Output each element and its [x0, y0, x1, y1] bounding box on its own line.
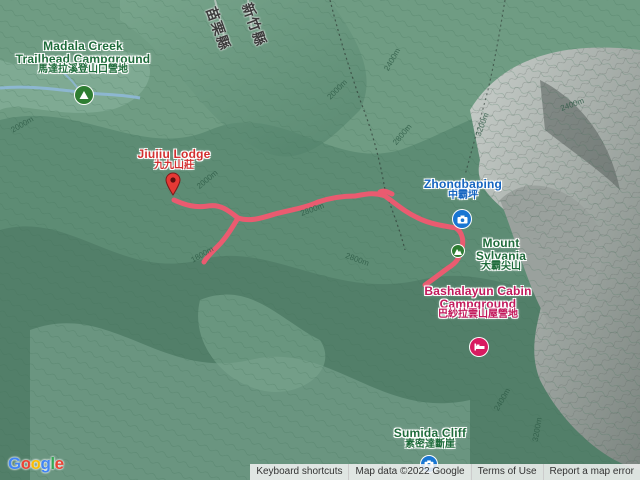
attribution-bar: Keyboard shortcuts Map data ©2022 Google…: [250, 464, 640, 480]
terms-of-use-link[interactable]: Terms of Use: [470, 464, 543, 480]
place-name-zh: 大霸尖山: [481, 261, 521, 273]
place-name-en: Zhongbaping: [423, 177, 503, 191]
map-canvas[interactable]: 苗栗縣 新竹縣 2000m 2000m 2000m 2400m 2400m 28…: [0, 0, 640, 480]
map-pin-icon[interactable]: [165, 172, 181, 196]
place-label-jiujiu[interactable]: Jiujiu Lodge 九九山莊: [128, 148, 220, 171]
keyboard-shortcuts-link[interactable]: Keyboard shortcuts: [250, 464, 348, 480]
place-label-sumida[interactable]: Sumida Cliff 素密達斷崖: [388, 427, 472, 450]
place-name-en: Bashalayun Cabin: [424, 284, 532, 298]
place-name-en: Sumida Cliff: [393, 426, 467, 440]
tent-icon[interactable]: [75, 86, 93, 104]
logo-letter: G: [8, 454, 21, 473]
place-label-zhongbaping[interactable]: Zhongbaping 中霸坪: [418, 178, 508, 201]
map-data-text: Map data ©2022 Google: [348, 464, 470, 480]
place-name-zh: 馬達拉溪登山口營地: [38, 64, 128, 76]
place-name-en: Mount: [482, 236, 520, 250]
place-label-sylvania[interactable]: Mount Sylvania 大霸尖山: [470, 237, 532, 273]
place-name-zh: 九九山莊: [154, 159, 194, 171]
google-logo[interactable]: Google: [8, 454, 64, 474]
logo-letter: o: [20, 454, 31, 473]
place-name-en: Jiujiu Lodge: [137, 147, 211, 161]
logo-letter: e: [54, 454, 64, 473]
place-label-madala[interactable]: Madala Creek Trailhead Campground 馬達拉溪登山…: [8, 40, 158, 76]
camera-icon[interactable]: [453, 210, 471, 228]
logo-letter: g: [40, 454, 51, 473]
place-name-en: Madala Creek: [43, 39, 123, 53]
mountain-icon[interactable]: [452, 245, 464, 257]
bed-icon[interactable]: [470, 338, 488, 356]
report-map-error-link[interactable]: Report a map error: [542, 464, 640, 480]
place-name-zh: 素密達斷崖: [405, 438, 455, 450]
place-name-zh: 巴紗拉雲山屋營地: [438, 309, 518, 321]
place-label-bashalayun[interactable]: Bashalayun Cabin Campground 巴紗拉雲山屋營地: [410, 285, 546, 321]
place-name-zh: 中霸坪: [448, 189, 478, 201]
logo-letter: o: [30, 454, 41, 473]
